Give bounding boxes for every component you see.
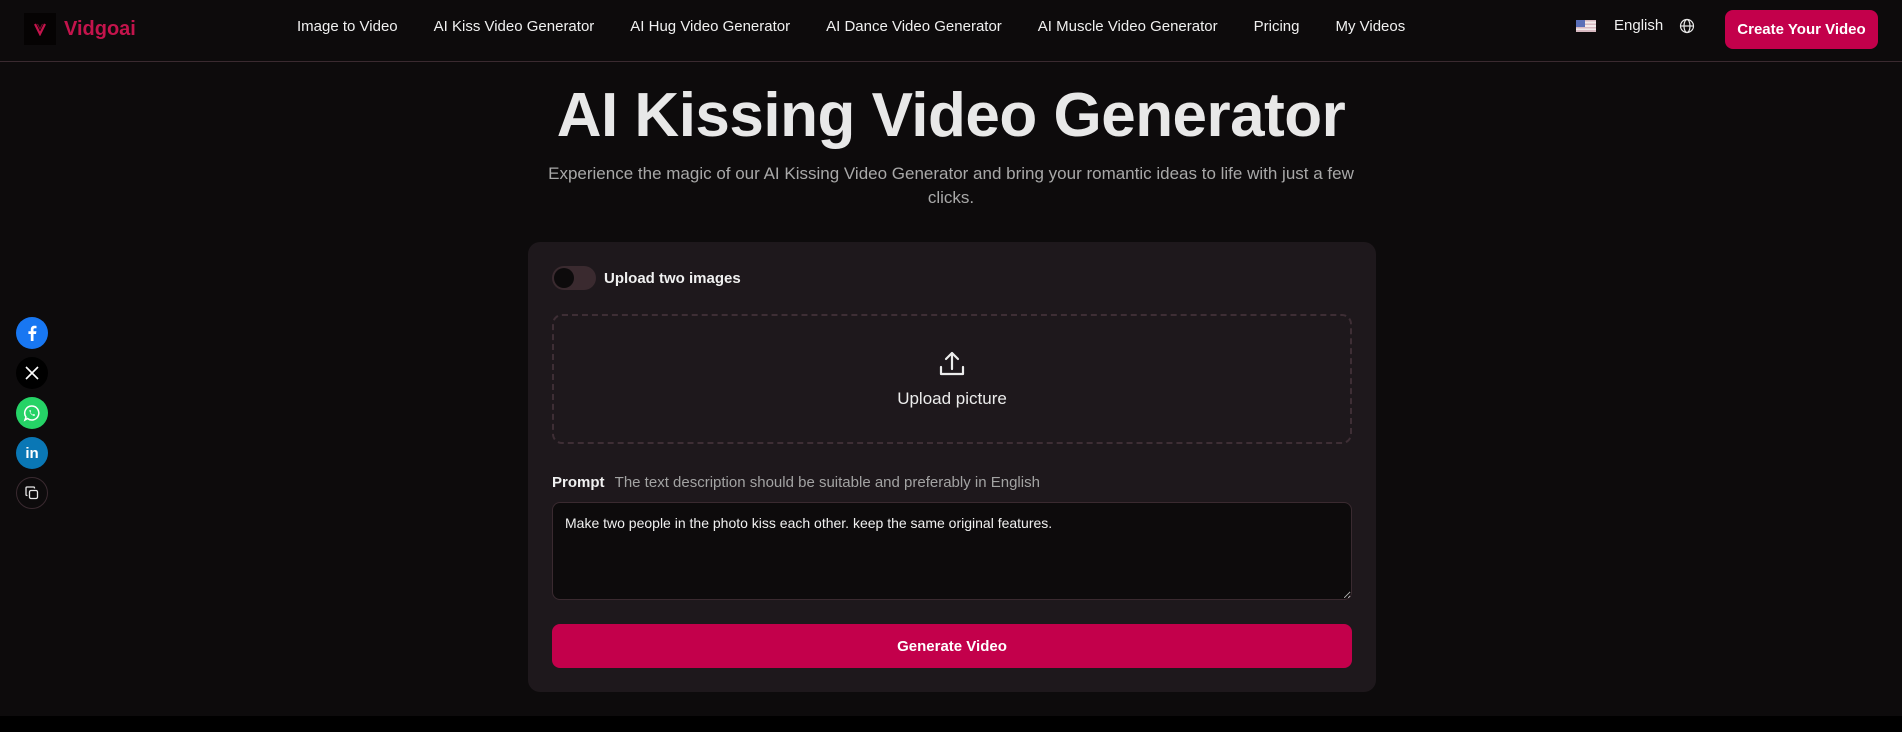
generator-card: Upload two images Upload picture Prompt … bbox=[528, 242, 1376, 692]
logo-icon bbox=[24, 13, 56, 45]
nav-ai-hug[interactable]: AI Hug Video Generator bbox=[630, 18, 790, 35]
copy-icon bbox=[25, 486, 39, 500]
social-share-bar: in bbox=[16, 317, 48, 517]
prompt-header: Prompt The text description should be su… bbox=[552, 474, 1040, 491]
whatsapp-share-button[interactable] bbox=[16, 397, 48, 429]
nav-my-videos[interactable]: My Videos bbox=[1335, 18, 1405, 35]
upload-two-images-label: Upload two images bbox=[604, 269, 741, 287]
us-flag-icon bbox=[1576, 19, 1596, 32]
prompt-label: Prompt bbox=[552, 474, 605, 491]
globe-icon[interactable] bbox=[1679, 18, 1695, 34]
nav-image-to-video[interactable]: Image to Video bbox=[297, 18, 398, 35]
prompt-input[interactable]: Make two people in the photo kiss each o… bbox=[552, 502, 1352, 600]
prompt-hint: The text description should be suitable … bbox=[614, 474, 1040, 491]
facebook-icon bbox=[28, 325, 37, 341]
upload-two-images-row: Upload two images bbox=[552, 266, 741, 290]
linkedin-icon: in bbox=[25, 444, 39, 462]
copy-link-button[interactable] bbox=[16, 477, 48, 509]
brand-name: Vidgoai bbox=[64, 17, 136, 40]
create-video-button[interactable]: Create Your Video bbox=[1725, 10, 1878, 49]
linkedin-share-button[interactable]: in bbox=[16, 437, 48, 469]
nav-ai-dance[interactable]: AI Dance Video Generator bbox=[826, 18, 1002, 35]
x-icon bbox=[25, 366, 39, 380]
site-header: Vidgoai Image to Video AI Kiss Video Gen… bbox=[0, 0, 1902, 62]
language-selector[interactable]: English bbox=[1576, 17, 1695, 34]
page-subtitle: Experience the magic of our AI Kissing V… bbox=[548, 164, 1354, 207]
footer-edge bbox=[0, 716, 1902, 732]
nav-pricing[interactable]: Pricing bbox=[1254, 18, 1300, 35]
upload-dropzone[interactable]: Upload picture bbox=[552, 314, 1352, 444]
generate-video-button[interactable]: Generate Video bbox=[552, 624, 1352, 668]
x-share-button[interactable] bbox=[16, 357, 48, 389]
upload-icon bbox=[939, 351, 965, 376]
nav-ai-muscle[interactable]: AI Muscle Video Generator bbox=[1038, 18, 1218, 35]
nav-ai-kiss[interactable]: AI Kiss Video Generator bbox=[434, 18, 595, 35]
upload-two-images-toggle[interactable] bbox=[552, 266, 596, 290]
main-nav: Image to Video AI Kiss Video Generator A… bbox=[297, 18, 1441, 35]
upload-label: Upload picture bbox=[897, 389, 1007, 408]
whatsapp-icon bbox=[23, 405, 40, 422]
logo[interactable]: Vidgoai bbox=[24, 13, 136, 45]
facebook-share-button[interactable] bbox=[16, 317, 48, 349]
language-label: English bbox=[1614, 17, 1664, 34]
page-title: AI Kissing Video Generator bbox=[556, 81, 1346, 150]
